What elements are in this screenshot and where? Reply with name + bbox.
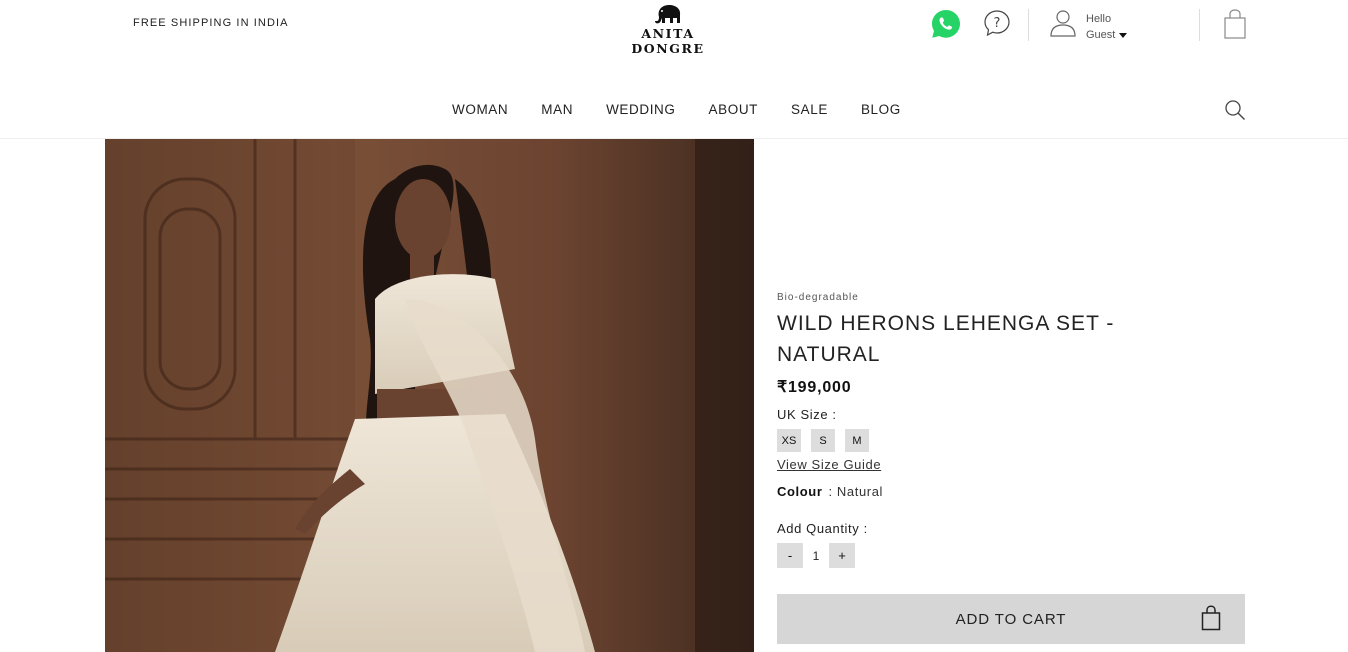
colour-label: Colour (777, 484, 823, 499)
svg-text:?: ? (994, 16, 1001, 31)
nav-woman[interactable]: WOMAN (452, 96, 508, 124)
header-divider (1199, 9, 1200, 41)
product-tag: Bio-degradable (777, 292, 859, 303)
size-guide-link[interactable]: View Size Guide (777, 457, 881, 472)
quantity-stepper: - 1 + (777, 543, 1245, 568)
whatsapp-icon[interactable] (930, 8, 962, 40)
user-icon[interactable] (1049, 8, 1077, 38)
size-label: UK Size : (777, 407, 837, 422)
main-navigation: WOMAN MAN WEDDING ABOUT SALE BLOG (0, 96, 1348, 126)
product-details: Bio-degradable WILD HERONS LEHENGA SET -… (777, 292, 1245, 568)
product-title: WILD HERONS LEHENGA SET - NATURAL (777, 312, 1115, 366)
product-photo (105, 139, 754, 652)
colour-row: Colour : Natural (777, 484, 1245, 499)
help-icon[interactable]: ? (983, 9, 1011, 37)
brand-logo[interactable]: ANITA DONGRE (606, 3, 730, 56)
add-to-cart-label: ADD TO CART (955, 610, 1067, 628)
quantity-label: Add Quantity : (777, 521, 868, 536)
quantity-value[interactable]: 1 (803, 549, 829, 563)
size-option-xs[interactable]: XS (777, 429, 801, 452)
account-menu[interactable]: Hello Guest (1086, 11, 1128, 43)
elephant-logo-icon (655, 5, 681, 24)
nav-man[interactable]: MAN (541, 96, 573, 124)
top-header: FREE SHIPPING IN INDIA ANITA DONGRE ? He… (0, 0, 1348, 60)
nav-blog[interactable]: BLOG (861, 96, 901, 124)
quantity-increase-button[interactable]: + (829, 543, 855, 568)
colour-value: : Natural (828, 484, 884, 499)
nav-wedding[interactable]: WEDDING (606, 96, 675, 124)
nav-about[interactable]: ABOUT (709, 96, 759, 124)
product-price: ₹199,000 (777, 379, 852, 396)
brand-name: ANITA DONGRE (631, 26, 705, 56)
account-name: Guest (1086, 29, 1116, 41)
header-divider (1028, 9, 1029, 41)
product-image[interactable] (105, 139, 754, 652)
account-greeting: Hello (1086, 13, 1112, 25)
size-option-m[interactable]: M (845, 429, 869, 452)
add-to-cart-button[interactable]: ADD TO CART (777, 594, 1245, 644)
search-icon[interactable] (1224, 99, 1246, 121)
nav-sale[interactable]: SALE (791, 96, 828, 124)
caret-down-icon (1119, 32, 1128, 38)
free-shipping-note: FREE SHIPPING IN INDIA (133, 17, 289, 29)
size-option-s[interactable]: S (811, 429, 835, 452)
quantity-decrease-button[interactable]: - (777, 543, 803, 568)
size-selector: XS S M (777, 429, 1245, 452)
cart-icon[interactable] (1223, 9, 1247, 39)
shopping-bag-icon (1201, 605, 1221, 631)
